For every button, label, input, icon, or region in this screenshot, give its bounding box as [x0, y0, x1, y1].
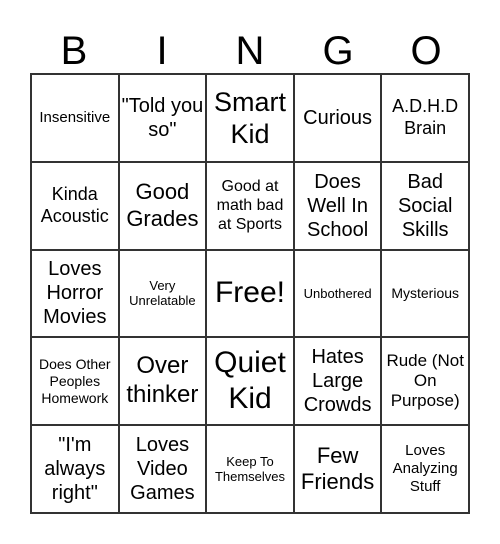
- bingo-grid: Insensitive "Told you so" Smart Kid Curious…: [30, 73, 470, 514]
- bingo-cell[interactable]: Does Well In School: [293, 161, 382, 250]
- bingo-cell[interactable]: Kinda Acoustic: [31, 161, 119, 250]
- cell-text: Very Unrelatable: [129, 277, 196, 309]
- cell-text: Loves Horror Movies: [43, 258, 107, 329]
- bingo-cell[interactable]: Free!: [206, 249, 294, 338]
- header-letter: I: [156, 29, 168, 73]
- header-letter: O: [410, 29, 442, 73]
- bingo-cell[interactable]: Hates Large Crowds: [293, 337, 382, 426]
- cell-text: Keep To Themselves: [214, 453, 286, 485]
- bingo-cell[interactable]: Curious: [293, 74, 382, 162]
- cell-text: Rude (Not On Purpose): [386, 350, 464, 411]
- cell-text: "Told you so": [121, 94, 204, 141]
- cell-text: Free!: [214, 276, 285, 310]
- cell-text: Unbothered: [303, 285, 372, 301]
- bingo-cell[interactable]: Loves Analyzing Stuff: [381, 425, 469, 513]
- bingo-cell[interactable]: Insensitive: [31, 74, 119, 162]
- cell-text: Good Grades: [126, 179, 199, 231]
- bingo-cell[interactable]: Quiet Kid: [206, 337, 294, 426]
- bingo-cell[interactable]: Mysterious: [381, 249, 469, 338]
- bingo-cell[interactable]: Over thinker: [118, 337, 207, 426]
- cell-text: Insensitive: [39, 108, 111, 126]
- bingo-cell[interactable]: Smart Kid: [206, 74, 294, 162]
- cell-text: "I'm always right": [44, 434, 106, 505]
- header-letter: B: [60, 29, 88, 73]
- bingo-cell[interactable]: A.D.H.D Brain: [381, 74, 469, 162]
- cell-text: Bad Social Skills: [397, 170, 453, 241]
- cell-text: Over thinker: [126, 352, 199, 409]
- cell-text: Quiet Kid: [214, 346, 286, 416]
- cell-text: Does Well In School: [307, 170, 369, 241]
- bingo-cell[interactable]: Good Grades: [118, 161, 207, 250]
- bingo-cell[interactable]: Does Other Peoples Homework: [31, 337, 119, 426]
- cell-text: Good at math bad at Sports: [216, 177, 284, 234]
- cell-text: A.D.H.D Brain: [392, 96, 459, 138]
- cell-text: Kinda Acoustic: [40, 184, 109, 226]
- cell-text: Does Other Peoples Homework: [39, 356, 111, 406]
- cell-text: Curious: [303, 106, 373, 129]
- cell-text: Hates Large Crowds: [303, 346, 372, 417]
- bingo-cell[interactable]: "Told you so": [118, 74, 207, 162]
- header-letter: N: [235, 29, 265, 73]
- bingo-cell[interactable]: Loves Horror Movies: [31, 249, 119, 338]
- header-letter: G: [322, 29, 354, 73]
- cell-text: Few Friends: [300, 442, 375, 495]
- cell-text: Loves Video Games: [130, 434, 195, 505]
- bingo-cell[interactable]: Good at math bad at Sports: [206, 161, 294, 250]
- cell-text: Smart Kid: [213, 86, 286, 149]
- bingo-cell[interactable]: "I'm always right": [31, 425, 119, 513]
- bingo-cell[interactable]: Loves Video Games: [118, 425, 207, 513]
- cell-text: Mysterious: [391, 285, 460, 302]
- cell-text: Loves Analyzing Stuff: [392, 442, 458, 496]
- bingo-cell[interactable]: Keep To Themselves: [206, 425, 294, 513]
- bingo-header: BINGO: [30, 28, 470, 74]
- bingo-cell[interactable]: Bad Social Skills: [381, 161, 469, 250]
- bingo-cell[interactable]: Unbothered: [293, 249, 382, 338]
- bingo-cell[interactable]: Very Unrelatable: [118, 249, 207, 338]
- bingo-cell[interactable]: Few Friends: [293, 425, 382, 513]
- bingo-cell[interactable]: Rude (Not On Purpose): [381, 337, 469, 426]
